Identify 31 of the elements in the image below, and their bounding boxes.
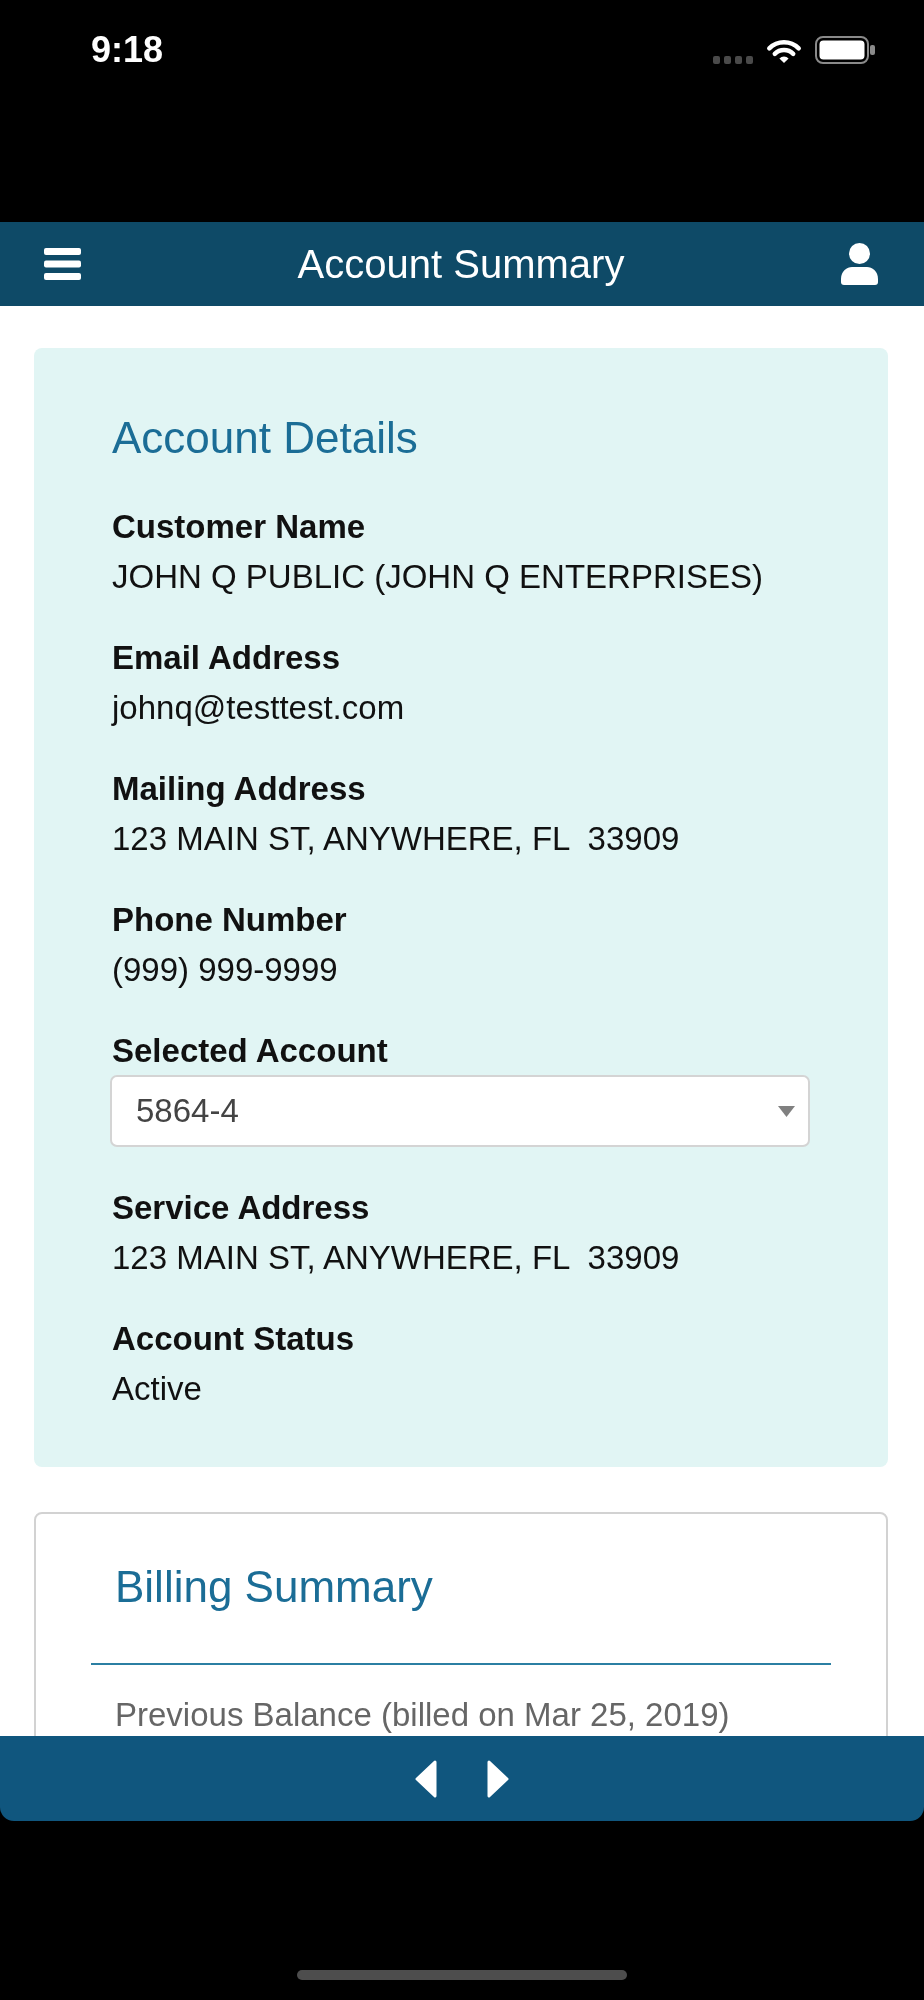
billing-row-label: Previous Balance (billed on Mar 25, 2019) [115, 1695, 730, 1735]
wifi-icon [766, 37, 802, 64]
status-time: 9:18 [91, 30, 164, 70]
field-label: Mailing Address [112, 769, 366, 809]
field-label: Account Status [112, 1319, 355, 1359]
caret-right-icon [487, 1759, 509, 1798]
section-heading: Billing Summary [115, 1562, 433, 1612]
signal-icon [713, 56, 753, 64]
menu-button[interactable] [44, 248, 81, 280]
caret-down-icon [778, 1105, 795, 1117]
field-value: johnq@testtest.com [112, 688, 405, 728]
field-value: 123 MAIN ST, ANYWHERE, FL 33909 [112, 1238, 680, 1278]
account-select[interactable]: 5864-4 [110, 1075, 810, 1147]
caret-left-icon [415, 1759, 437, 1798]
field-label: Customer Name [112, 507, 366, 547]
section-heading: Account Details [112, 413, 418, 463]
field-value: Active [112, 1369, 202, 1409]
battery-icon [815, 36, 875, 64]
field-value: 123 MAIN ST, ANYWHERE, FL 33909 [112, 819, 680, 859]
field-value: (999) 999-9999 [112, 950, 338, 990]
profile-button[interactable] [841, 243, 878, 285]
page-title: Account Summary [297, 241, 625, 288]
field-value: JOHN Q PUBLIC (JOHN Q ENTERPRISES) [112, 557, 763, 597]
menu-icon [44, 248, 81, 280]
previous-button[interactable] [415, 1759, 437, 1798]
field-label: Selected Account [112, 1031, 388, 1071]
field-label: Service Address [112, 1188, 370, 1228]
field-label: Email Address [112, 638, 341, 678]
user-icon [841, 243, 878, 285]
next-button[interactable] [487, 1759, 509, 1798]
field-label: Phone Number [112, 900, 347, 940]
